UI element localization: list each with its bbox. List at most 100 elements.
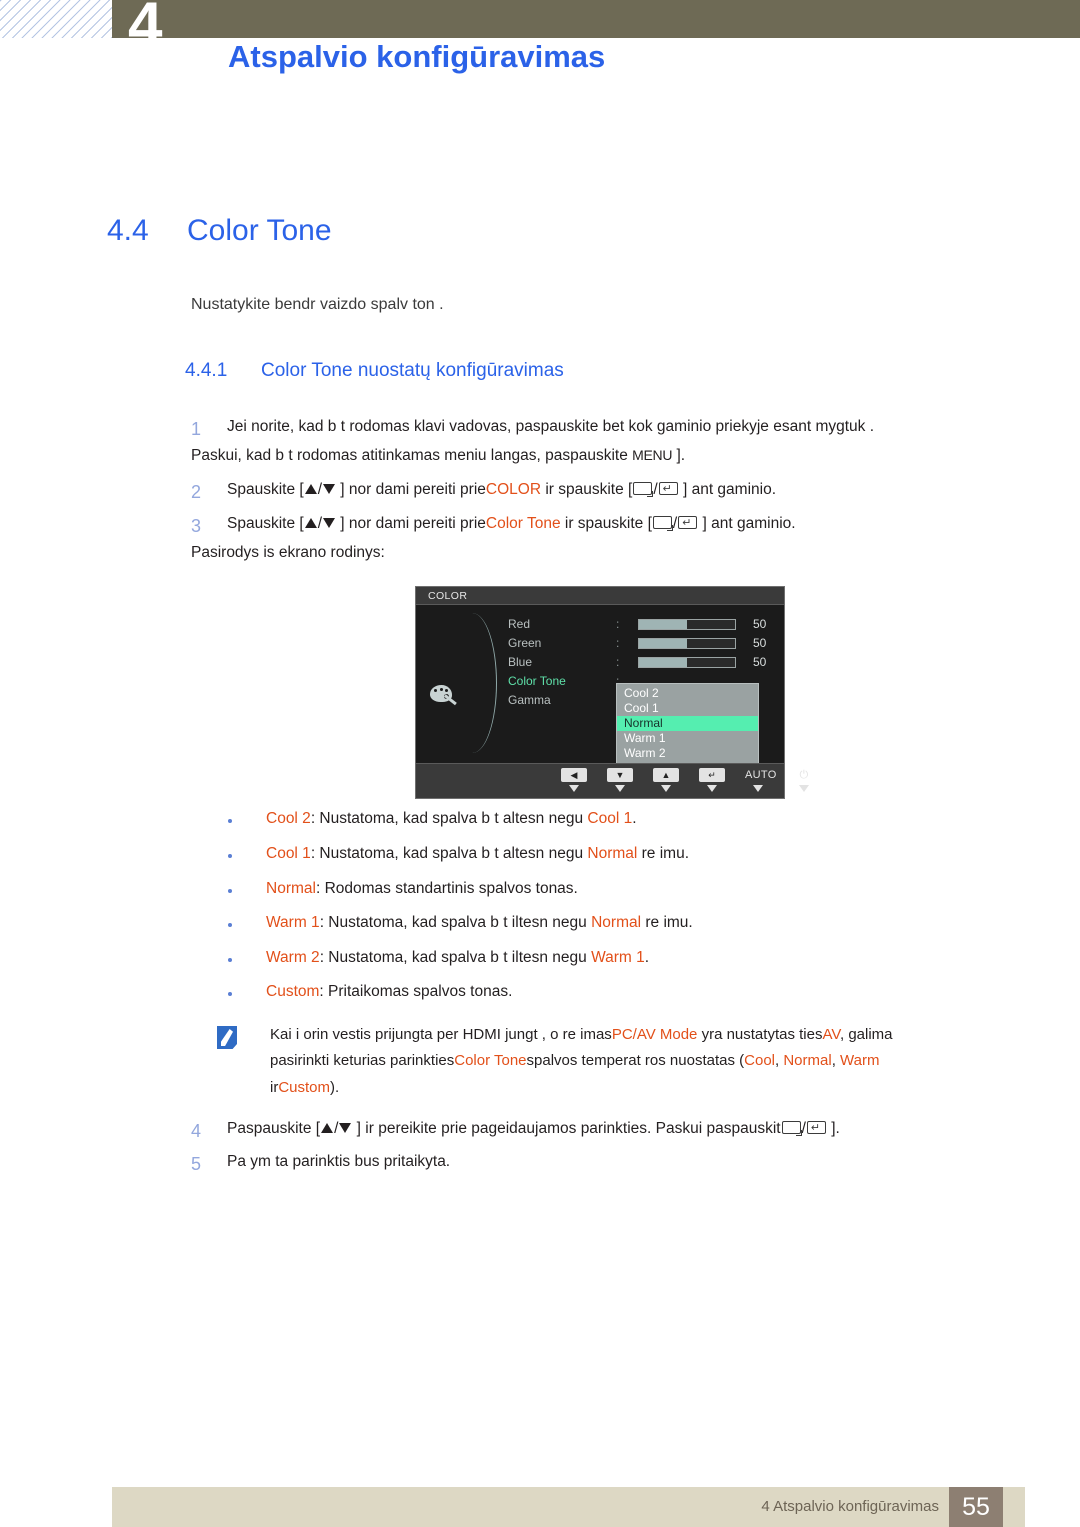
- osd-slider-blue[interactable]: [638, 657, 736, 668]
- osd-button-power[interactable]: ⏻: [791, 768, 817, 792]
- subsection-title: Color Tone nuostatų konfigūravimas: [261, 360, 564, 381]
- osd-button-up-arrow[interactable]: ▲: [653, 768, 679, 792]
- step-1-line-2: Paskui, kad b t rodomas atitinkamas meni…: [191, 447, 686, 465]
- dropdown-option-warm-2[interactable]: Warm 2: [617, 746, 758, 761]
- list-item: Cool 2: Nustatoma, kad spalva b t altesn…: [228, 810, 637, 828]
- osd-button-left-arrow[interactable]: ◀: [561, 768, 587, 792]
- palette-icon: [430, 685, 457, 705]
- step-text: Paspauskite [/ ] ir pereikite prie pagei…: [227, 1120, 840, 1137]
- up-arrow-icon: [321, 1123, 334, 1133]
- dropdown-option-warm-1[interactable]: Warm 1: [617, 731, 758, 746]
- dropdown-option-cool-2[interactable]: Cool 2: [617, 686, 758, 701]
- list-item: Cool 1: Nustatoma, kad spalva b t altesn…: [228, 845, 689, 863]
- header-hatch-decoration: [0, 0, 112, 38]
- section-number: 4.4: [107, 214, 149, 247]
- osd-label: Red: [508, 617, 531, 631]
- button-tick-icon: [707, 785, 717, 792]
- dropdown-option-cool-1[interactable]: Cool 1: [617, 701, 758, 716]
- osd-button-enter[interactable]: ↵: [699, 768, 725, 792]
- dropdown-option-normal[interactable]: Normal: [617, 716, 758, 731]
- osd-colon: :: [616, 636, 620, 650]
- osd-label: Gamma: [508, 693, 551, 707]
- osd-arc-decoration: [456, 613, 497, 753]
- osd-menu-title: COLOR: [428, 590, 468, 602]
- step-number: 3: [191, 516, 202, 536]
- bullet-text: Custom: Pritaikomas spalvos tonas.: [266, 983, 513, 1000]
- step-text: Pa ym ta parinktis bus pritaikyta.: [227, 1153, 451, 1170]
- footer-bar: 4 Atspalvio konfigūravimas 55: [112, 1487, 1025, 1527]
- list-item: Warm 1: Nustatoma, kad spalva b t iltesn…: [228, 914, 693, 932]
- bullet-text: Cool 1: Nustatoma, kad spalva b t altesn…: [266, 845, 690, 862]
- button-tick-icon: [753, 785, 763, 792]
- step-item-3: 3 Spauskite [/ ] nor dami pereiti prieCo…: [191, 509, 796, 568]
- note-line-3: irCustom).: [270, 1078, 340, 1096]
- bullet-dot-icon: [228, 958, 232, 962]
- footer-chapter-label: 4 Atspalvio konfigūravimas: [761, 1498, 939, 1515]
- step-1-line-1: Jei norite, kad b t rodomas klavi vadova…: [227, 418, 875, 435]
- page-title: Atspalvio konfigūravimas: [228, 39, 606, 74]
- osd-label: Blue: [508, 655, 533, 669]
- source-key-icon: [652, 516, 673, 531]
- step-text: Spauskite [/ ] nor dami pereiti prieCOLO…: [227, 481, 777, 498]
- step-text: Jei norite, kad b t rodomas klavi vadova…: [191, 418, 874, 471]
- header-band: [112, 0, 1080, 38]
- section-title: Color Tone: [187, 214, 332, 247]
- step-item-4: 4 Paspauskite [/ ] ir pereikite prie pag…: [191, 1114, 840, 1143]
- osd-button-auto[interactable]: AUTO: [745, 768, 777, 792]
- bullet-dot-icon: [228, 923, 232, 927]
- button-tick-icon: [799, 785, 809, 792]
- section-lead-text: Nustatykite bendr vaizdo spalv ton .: [191, 296, 444, 313]
- osd-screenshot: COLOR Red : 50 Green : 50 Blue : 50 Colo…: [415, 586, 809, 799]
- bullet-text: Cool 2: Nustatoma, kad spalva b t altesn…: [266, 810, 637, 827]
- note-text: Kai i orin vestis prijungta per HDMI jun…: [270, 1022, 1015, 1101]
- bullet-dot-icon: [228, 889, 232, 893]
- list-item: Custom: Pritaikomas spalvos tonas.: [228, 983, 512, 1001]
- osd-button-bar: ◀ ▼ ▲ ↵ AUTO ⏻: [416, 763, 809, 798]
- auto-label: AUTO: [745, 769, 777, 781]
- menu-term-color: COLOR: [485, 481, 542, 498]
- osd-body: Red : 50 Green : 50 Blue : 50 Color Tone…: [416, 605, 784, 779]
- left-arrow-icon: ◀: [561, 768, 587, 782]
- enter-key-icon: ↵: [806, 1121, 826, 1134]
- source-key-icon: [781, 1121, 802, 1136]
- step-text: Spauskite [/ ] nor dami pereiti prieColo…: [191, 515, 796, 568]
- up-arrow-icon: ▲: [653, 768, 679, 782]
- step-3-line-2: Pasirodys is ekrano rodinys:: [191, 544, 385, 562]
- osd-colon: :: [616, 655, 620, 669]
- osd-label-active: Color Tone: [508, 674, 566, 688]
- osd-label: Green: [508, 636, 542, 650]
- enter-key-icon: ↵: [658, 482, 678, 495]
- osd-titlebar: COLOR: [416, 587, 784, 605]
- osd-slider-red[interactable]: [638, 619, 736, 630]
- step-item-1: 1 Jei norite, kad b t rodomas klavi vado…: [191, 412, 874, 471]
- step-item-2: 2 Spauskite [/ ] nor dami pereiti prieCO…: [191, 475, 776, 504]
- step-number: 4: [191, 1121, 202, 1141]
- list-item: Warm 2: Nustatoma, kad spalva b t iltesn…: [228, 949, 649, 967]
- osd-button-down-arrow[interactable]: ▼: [607, 768, 633, 792]
- note-icon: [215, 1026, 241, 1050]
- step-item-5: 5 Pa ym ta parinktis bus pritaikyta.: [191, 1147, 450, 1176]
- bullet-dot-icon: [228, 992, 232, 996]
- bullet-text: Normal: Rodomas standartinis spalvos ton…: [266, 880, 578, 897]
- down-arrow-icon: [323, 518, 335, 528]
- down-arrow-icon: [339, 1123, 352, 1133]
- up-arrow-icon: [304, 518, 317, 528]
- step-number: 5: [191, 1154, 202, 1174]
- bullet-text: Warm 2: Nustatoma, kad spalva b t iltesn…: [266, 949, 650, 966]
- page-number: 55: [949, 1487, 1003, 1527]
- osd-value: 50: [753, 617, 767, 631]
- menu-key-label: MENU: [632, 447, 673, 464]
- subsection-number: 4.4.1: [185, 360, 228, 381]
- osd-value: 50: [753, 655, 767, 669]
- section-heading: 4.4 Color Tone: [107, 214, 332, 248]
- bullet-text: Warm 1: Nustatoma, kad spalva b t iltesn…: [266, 914, 693, 931]
- up-arrow-icon: [304, 484, 317, 494]
- note-line-1: Kai i orin vestis prijungta per HDMI jun…: [270, 1026, 893, 1043]
- note-box: Kai i orin vestis prijungta per HDMI jun…: [215, 1022, 1015, 1101]
- button-tick-icon: [615, 785, 625, 792]
- osd-colon: :: [616, 617, 620, 631]
- step-number: 2: [191, 482, 202, 502]
- step-number: 1: [191, 419, 202, 439]
- osd-slider-green[interactable]: [638, 638, 736, 649]
- source-key-icon: [633, 482, 654, 497]
